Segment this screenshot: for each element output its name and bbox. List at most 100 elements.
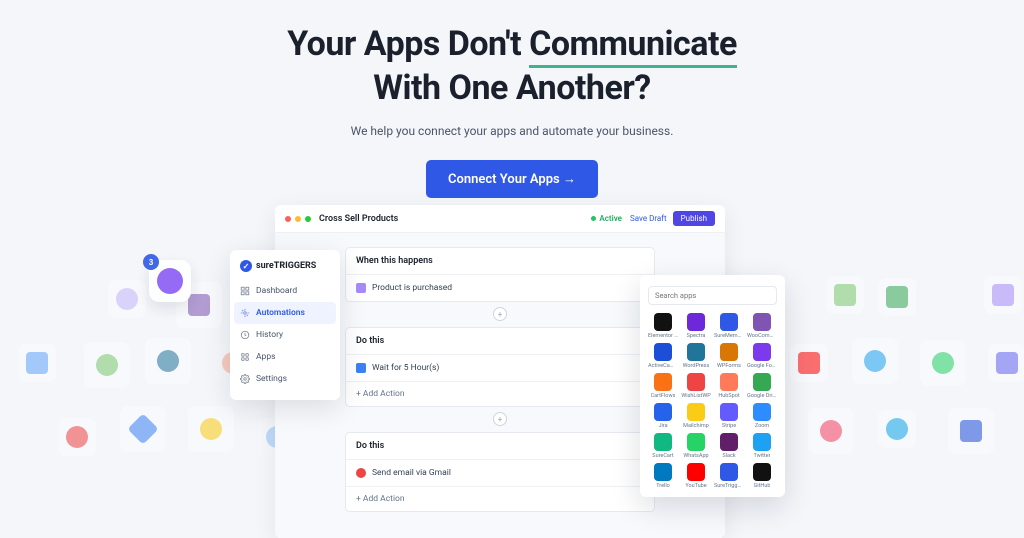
save-draft-button[interactable]: Save Draft (630, 214, 667, 223)
app-label: Elementor Pro (648, 333, 678, 339)
add-step-icon[interactable]: + (493, 412, 507, 426)
app-icon (753, 433, 771, 451)
app-label: Slack (722, 453, 735, 459)
app-icon (753, 403, 771, 421)
gear-icon (240, 374, 250, 384)
app-label: ActiveCampaign (648, 363, 678, 369)
app-label: HubSpot (718, 393, 739, 399)
app-option[interactable]: HubSpot (714, 373, 744, 399)
app-option[interactable]: WPForms (714, 343, 744, 369)
sidebar-item-settings[interactable]: Settings (230, 368, 340, 390)
action-card-1[interactable]: Do this Wait for 5 Hour(s) + Add Action (345, 327, 655, 407)
app-option[interactable]: SureTriggers (714, 463, 744, 489)
sidebar-item-automations[interactable]: Automations (234, 302, 336, 324)
app-label: SureTriggers (714, 483, 744, 489)
app-icon (753, 343, 771, 361)
app-option[interactable]: Mailchimp (681, 403, 711, 429)
headline-underline-word: Communicate (529, 24, 737, 68)
app-option[interactable]: Jira (648, 403, 678, 429)
app-label: Twitter (754, 453, 771, 459)
app-label: Zoom (755, 423, 769, 429)
window-traffic-lights (285, 216, 311, 222)
delay-icon (356, 363, 366, 373)
app-option[interactable]: Trello (648, 463, 678, 489)
app-option[interactable]: WooCommerce (747, 313, 777, 339)
app-icon (753, 463, 771, 481)
app-icon (720, 343, 738, 361)
app-icon (654, 403, 672, 421)
app-icon (720, 403, 738, 421)
app-label: Spectra (687, 333, 706, 339)
app-search-input[interactable] (648, 286, 777, 305)
app-option[interactable]: WishListWP (681, 373, 711, 399)
app-icon (687, 313, 705, 331)
page-headline: Your Apps Don't Communicate With One Ano… (0, 22, 1024, 110)
app-label: Jira (658, 423, 667, 429)
brand-logo: ✓sureTRIGGERS (230, 260, 340, 280)
woo-icon (356, 283, 366, 293)
app-label: SureMembers (714, 333, 744, 339)
app-option[interactable]: WordPress (681, 343, 711, 369)
app-icon (720, 433, 738, 451)
page-subhead: We help you connect your apps and automa… (0, 124, 1024, 138)
app-icon (687, 463, 705, 481)
app-option[interactable]: YouTube (681, 463, 711, 489)
app-option[interactable]: Zoom (747, 403, 777, 429)
app-icon (687, 403, 705, 421)
app-icon (687, 433, 705, 451)
app-label: SureCart (652, 453, 673, 459)
trigger-card[interactable]: When this happens Product is purchased (345, 247, 655, 302)
app-option[interactable]: WhatsApp (681, 433, 711, 459)
workflow-title: Cross Sell Products (319, 214, 591, 224)
app-label: GitHub (754, 483, 771, 489)
app-option[interactable]: Slack (714, 433, 744, 459)
sidebar-item-history[interactable]: History (230, 324, 340, 346)
app-option[interactable]: Google Forms (747, 343, 777, 369)
add-action-button[interactable]: + Add Action (346, 381, 654, 406)
notification-count: 3 (143, 254, 159, 270)
app-option[interactable]: Spectra (681, 313, 711, 339)
app-option[interactable]: SureCart (648, 433, 678, 459)
app-option[interactable]: Elementor Pro (648, 313, 678, 339)
app-icon (654, 343, 672, 361)
clock-icon (240, 330, 250, 340)
app-option[interactable]: CartFlows (648, 373, 678, 399)
app-option[interactable]: Twitter (747, 433, 777, 459)
trigger-heading: When this happens (346, 248, 654, 274)
add-step-icon[interactable]: + (493, 307, 507, 321)
app-option[interactable]: Stripe (714, 403, 744, 429)
add-action-button[interactable]: + Add Action (346, 486, 654, 511)
action-card-2[interactable]: Do this Send email via Gmail + Add Actio… (345, 432, 655, 512)
app-label: YouTube (685, 483, 706, 489)
app-option[interactable]: ActiveCampaign (648, 343, 678, 369)
app-label: CartFlows (651, 393, 676, 399)
workflow-status: Active (591, 214, 622, 223)
app-label: WishListWP (681, 393, 710, 399)
app-label: Google Drive (747, 393, 777, 399)
publish-button[interactable]: Publish (673, 211, 715, 226)
app-option[interactable]: Google Drive (747, 373, 777, 399)
app-sidebar: ✓sureTRIGGERS Dashboard Automations Hist… (230, 250, 340, 400)
app-icon (654, 373, 672, 391)
connect-apps-button[interactable]: Connect Your Apps → (426, 160, 598, 198)
app-label: WhatsApp (683, 453, 708, 459)
apps-icon (240, 352, 250, 362)
app-label: WooCommerce (747, 333, 777, 339)
sidebar-item-apps[interactable]: Apps (230, 346, 340, 368)
app-icon (654, 313, 672, 331)
sidebar-item-dashboard[interactable]: Dashboard (230, 280, 340, 302)
app-label: Trello (656, 483, 670, 489)
app-label: WordPress (683, 363, 710, 369)
app-icon (753, 313, 771, 331)
app-option[interactable]: GitHub (747, 463, 777, 489)
app-icon (720, 373, 738, 391)
app-label: Mailchimp (683, 423, 709, 429)
app-option[interactable]: SureMembers (714, 313, 744, 339)
app-label: WPForms (717, 363, 741, 369)
app-icon (654, 433, 672, 451)
app-icon (687, 373, 705, 391)
automation-icon (240, 308, 250, 318)
app-icon (654, 463, 672, 481)
app-label: Stripe (722, 423, 736, 429)
gmail-icon (356, 468, 366, 478)
